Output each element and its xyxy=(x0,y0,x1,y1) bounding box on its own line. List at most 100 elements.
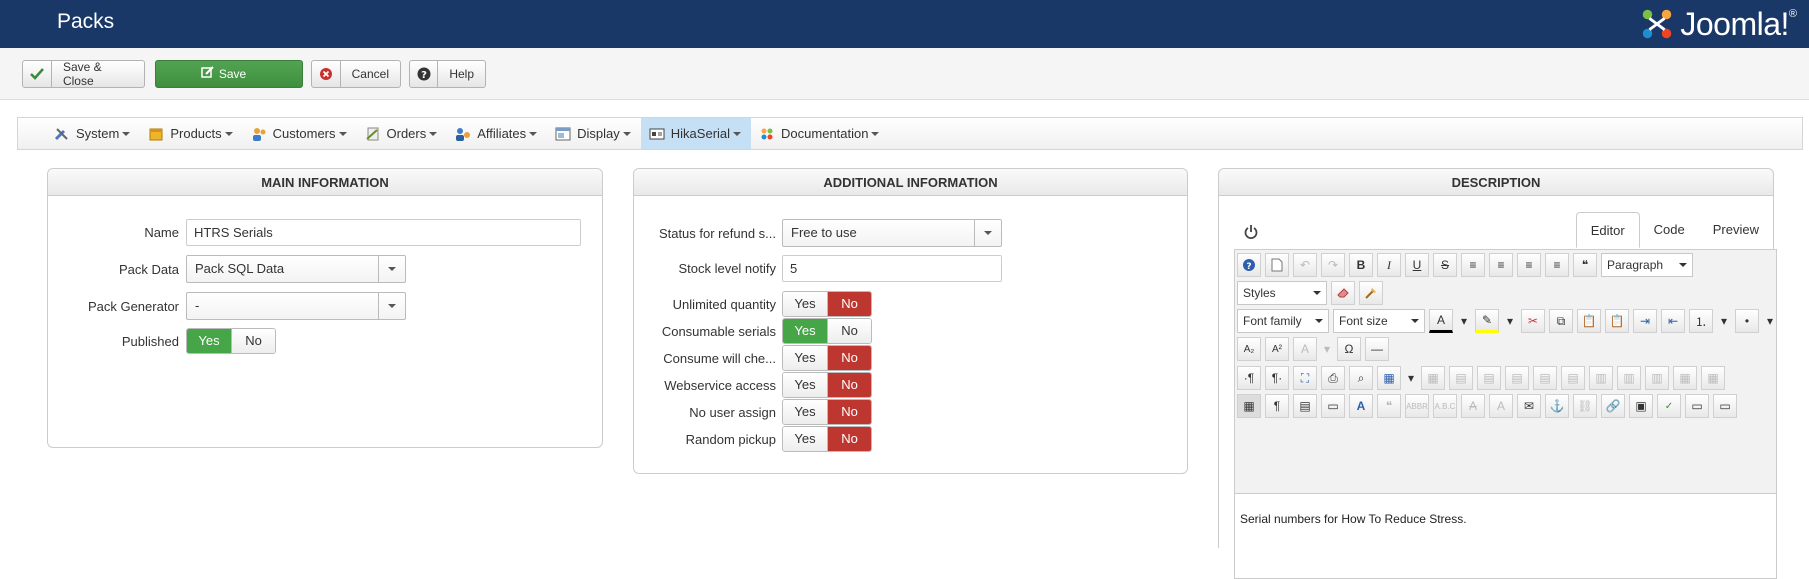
align-left-icon[interactable]: ≡ xyxy=(1517,253,1541,277)
yes-option[interactable]: Yes xyxy=(783,373,827,397)
webservice-access-toggle[interactable]: Yes No xyxy=(782,372,872,398)
yes-option[interactable]: Yes xyxy=(783,292,827,316)
delete-table-icon[interactable]: ▦ xyxy=(1421,366,1445,390)
font-size-select[interactable]: Font size xyxy=(1333,309,1425,333)
align-justify-icon[interactable]: ≡ xyxy=(1461,253,1485,277)
published-toggle[interactable]: Yes No xyxy=(186,328,276,354)
ltr-icon[interactable]: ·¶ xyxy=(1237,366,1261,390)
row-props-icon[interactable]: ▤ xyxy=(1449,366,1473,390)
layer-icon[interactable]: ▭ xyxy=(1685,394,1709,418)
menu-item-documentation[interactable]: Documentation xyxy=(751,118,889,149)
delete-col-icon[interactable]: ▥ xyxy=(1645,366,1669,390)
horizontal-rule-icon[interactable]: — xyxy=(1365,337,1389,361)
chevron-down-icon[interactable]: ▾ xyxy=(1321,337,1333,361)
insert-col-before-icon[interactable]: ▥ xyxy=(1589,366,1613,390)
unlink-icon[interactable]: ⛓ xyxy=(1573,394,1597,418)
spellcheck-icon[interactable]: ✓ xyxy=(1657,394,1681,418)
copy-icon[interactable]: ⧉ xyxy=(1549,309,1573,333)
chevron-down-icon[interactable]: ▾ xyxy=(1763,309,1777,333)
eraser-icon[interactable] xyxy=(1331,281,1355,305)
cite-icon[interactable]: ❝ xyxy=(1377,394,1401,418)
outdent-icon[interactable]: ⇤ xyxy=(1661,309,1685,333)
stock-level-input[interactable]: 5 xyxy=(782,255,1002,282)
align-right-icon[interactable]: ≡ xyxy=(1545,253,1569,277)
insert-row-before-icon[interactable]: ▤ xyxy=(1505,366,1529,390)
menu-item-orders[interactable]: Orders xyxy=(357,118,448,149)
menu-item-affiliates[interactable]: Affiliates xyxy=(447,118,547,149)
menu-item-customers[interactable]: Customers xyxy=(243,118,357,149)
attributes-icon[interactable]: ✉ xyxy=(1517,394,1541,418)
redo-icon[interactable]: ↷ xyxy=(1321,253,1345,277)
merge-cells-icon[interactable]: ▦ xyxy=(1673,366,1697,390)
insert-text-icon[interactable]: A xyxy=(1489,394,1513,418)
omega-icon[interactable]: Ω xyxy=(1337,337,1361,361)
acronym-icon[interactable]: A.B.C xyxy=(1433,394,1457,418)
status-refund-select[interactable]: Free to use xyxy=(782,219,1002,247)
name-input[interactable]: HTRS Serials xyxy=(186,219,581,246)
no-option[interactable]: No xyxy=(827,292,871,316)
cancel-button[interactable]: Cancel xyxy=(311,60,401,88)
clean-up-icon[interactable] xyxy=(1359,281,1383,305)
delete-text-icon[interactable]: A xyxy=(1461,394,1485,418)
bullet-list-icon[interactable]: • xyxy=(1735,309,1759,333)
indent-icon[interactable]: ⇥ xyxy=(1633,309,1657,333)
preview-icon[interactable]: ▭ xyxy=(1713,394,1737,418)
yes-option[interactable]: Yes xyxy=(783,400,827,424)
insert-col-after-icon[interactable]: ▥ xyxy=(1617,366,1641,390)
no-option[interactable]: No xyxy=(231,329,275,353)
paste-word-icon[interactable]: 📋 xyxy=(1605,309,1629,333)
yes-option[interactable]: Yes xyxy=(783,346,827,370)
subscript-icon[interactable]: A₂ xyxy=(1237,337,1261,361)
menu-item-display[interactable]: Display xyxy=(547,118,641,149)
tab-preview[interactable]: Preview xyxy=(1699,212,1773,248)
new-document-icon[interactable] xyxy=(1265,253,1289,277)
tab-editor[interactable]: Editor xyxy=(1575,212,1640,248)
save-close-button[interactable]: Save & Close xyxy=(22,60,145,88)
cell-props-icon[interactable]: ▤ xyxy=(1477,366,1501,390)
consumable-serials-toggle[interactable]: Yes No xyxy=(782,318,872,344)
ordered-list-icon[interactable]: ⒈ xyxy=(1689,309,1713,333)
no-user-assign-toggle[interactable]: Yes No xyxy=(782,399,872,425)
power-icon[interactable] xyxy=(1243,224,1259,240)
superscript-icon[interactable]: A² xyxy=(1265,337,1289,361)
undo-icon[interactable]: ↶ xyxy=(1293,253,1317,277)
unlimited-quantity-toggle[interactable]: Yes No xyxy=(782,291,872,317)
pack-generator-select[interactable]: - xyxy=(186,292,406,320)
insert-row-after-icon[interactable]: ▤ xyxy=(1533,366,1557,390)
no-option[interactable]: No xyxy=(827,427,871,451)
yes-option[interactable]: Yes xyxy=(187,329,231,353)
align-center-icon[interactable]: ≡ xyxy=(1489,253,1513,277)
random-pickup-toggle[interactable]: Yes No xyxy=(782,426,872,452)
character-map-icon[interactable]: A xyxy=(1293,337,1317,361)
underline-icon[interactable]: U xyxy=(1405,253,1429,277)
no-option[interactable]: No xyxy=(827,373,871,397)
image-icon[interactable]: ▣ xyxy=(1629,394,1653,418)
menu-item-products[interactable]: Products xyxy=(140,118,242,149)
blockquote-icon[interactable]: ❝ xyxy=(1573,253,1597,277)
chevron-down-icon[interactable]: ▾ xyxy=(1405,366,1417,390)
save-button[interactable]: Save xyxy=(155,60,303,88)
yes-option[interactable]: Yes xyxy=(783,427,827,451)
strikethrough-icon[interactable]: S xyxy=(1433,253,1457,277)
template-icon[interactable]: ▤ xyxy=(1293,394,1317,418)
no-option[interactable]: No xyxy=(827,346,871,370)
paste-icon[interactable]: 📋 xyxy=(1577,309,1601,333)
highlight-color-icon[interactable]: ✎ xyxy=(1475,309,1499,333)
no-option[interactable]: No xyxy=(827,400,871,424)
delete-row-icon[interactable]: ▤ xyxy=(1561,366,1585,390)
text-color-icon[interactable]: A xyxy=(1429,309,1453,333)
font-family-select[interactable]: Font family xyxy=(1237,309,1329,333)
joomla-logo[interactable]: Joomla! ® xyxy=(1638,4,1797,44)
chevron-down-icon[interactable]: ▾ xyxy=(1503,309,1517,333)
help-icon[interactable]: ? xyxy=(1237,253,1261,277)
editor-content[interactable]: Serial numbers for How To Reduce Stress. xyxy=(1235,494,1776,544)
page-break-icon[interactable]: ▭ xyxy=(1321,394,1345,418)
yes-option[interactable]: Yes xyxy=(783,319,827,343)
visual-aid-icon[interactable]: ▦ xyxy=(1237,394,1261,418)
style-props-icon[interactable]: A xyxy=(1349,394,1373,418)
chevron-down-icon[interactable]: ▾ xyxy=(1457,309,1471,333)
anchor-icon[interactable]: ⚓ xyxy=(1545,394,1569,418)
search-replace-icon[interactable]: ⌕ xyxy=(1349,366,1373,390)
link-icon[interactable]: 🔗 xyxy=(1601,394,1625,418)
cut-icon[interactable]: ✂ xyxy=(1521,309,1545,333)
